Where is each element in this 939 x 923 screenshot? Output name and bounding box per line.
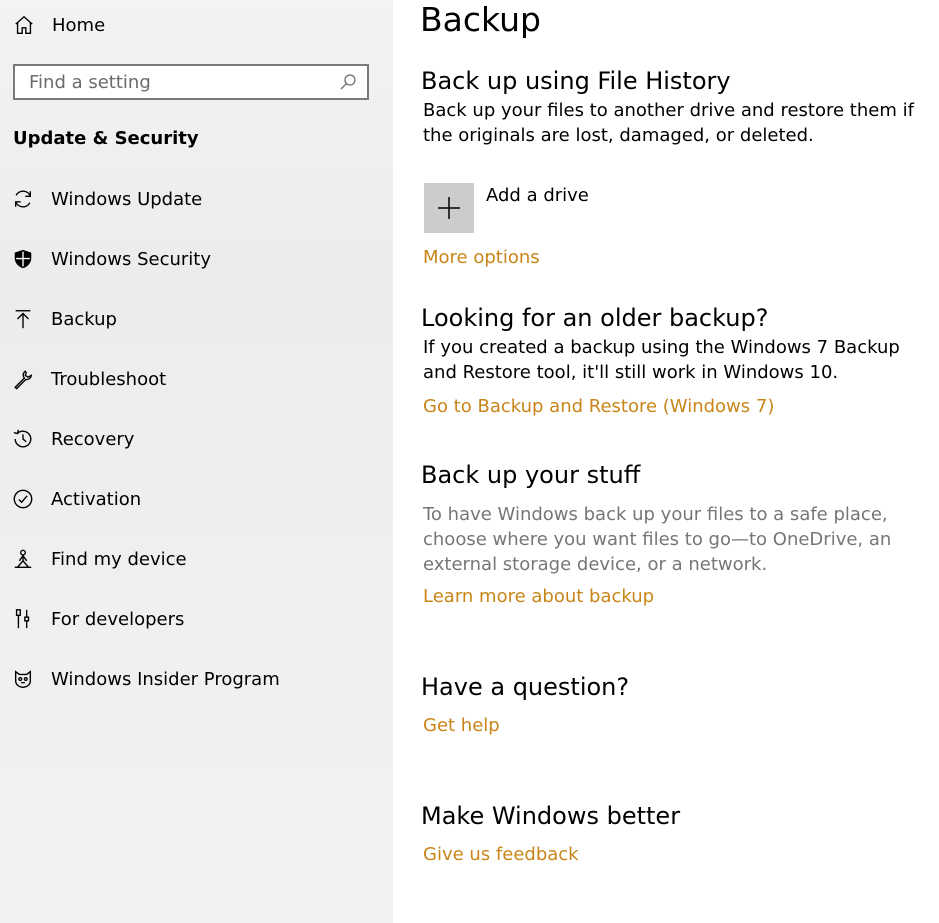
search-icon[interactable] [339,73,357,91]
history-icon [11,427,35,451]
backup-stuff-description: To have Windows back up your files to a … [423,504,892,575]
sidebar-item-label: For developers [51,608,185,630]
main-content: Backup Back up using File History Back u… [393,0,939,923]
home-icon [12,13,36,37]
search-box [13,64,369,100]
sidebar-item-label: Backup [51,308,117,330]
sidebar-item-label: Troubleshoot [51,368,167,390]
check-circle-icon [11,487,35,511]
upload-arrow-icon [11,307,35,331]
sidebar-item-label: Activation [51,488,142,510]
sidebar-item-troubleshoot[interactable]: Troubleshoot [11,359,381,399]
person-location-icon [11,547,35,571]
sidebar-item-label: Windows Update [51,188,203,210]
sidebar-item-find-my-device[interactable]: Find my device [11,539,381,579]
section-title: Update & Security [13,128,199,149]
sidebar-item-label: Windows Insider Program [51,668,280,690]
home-label: Home [52,14,106,36]
shield-icon [11,247,35,271]
backup-stuff-heading: Back up your stuff [421,461,641,489]
sidebar-item-activation[interactable]: Activation [11,479,381,519]
backup-restore-windows7-link[interactable]: Go to Backup and Restore (Windows 7) [423,396,774,417]
sync-icon [11,187,35,211]
settings-window: Home Update & Security Windows Update [0,0,939,923]
file-history-description: Back up your files to another drive and … [423,100,914,146]
have-question-heading: Have a question? [421,673,630,701]
sidebar: Home Update & Security Windows Update [0,0,393,923]
add-drive-label[interactable]: Add a drive [486,185,589,206]
older-backup-description: If you created a backup using the Window… [423,337,900,383]
make-windows-better-heading: Make Windows better [421,802,681,830]
add-drive-button[interactable] [424,183,474,233]
insider-cat-icon [11,667,35,691]
sidebar-item-backup[interactable]: Backup [11,299,381,339]
sidebar-item-for-developers[interactable]: For developers [11,599,381,639]
older-backup-heading: Looking for an older backup? [421,304,769,332]
sidebar-item-label: Find my device [51,548,187,570]
developer-tools-icon [11,607,35,631]
search-input[interactable] [29,71,329,93]
give-feedback-link[interactable]: Give us feedback [423,844,579,865]
get-help-link[interactable]: Get help [423,715,500,736]
sidebar-item-recovery[interactable]: Recovery [11,419,381,459]
sidebar-item-label: Windows Security [51,248,211,270]
more-options-link[interactable]: More options [423,247,540,268]
learn-more-backup-link[interactable]: Learn more about backup [423,586,654,607]
home-nav-item[interactable]: Home [12,10,105,40]
page-title: Backup [420,0,541,39]
file-history-heading: Back up using File History [421,67,731,95]
sidebar-item-windows-insider-program[interactable]: Windows Insider Program [11,659,381,699]
plus-icon [438,197,460,219]
sidebar-item-label: Recovery [51,428,135,450]
wrench-icon [11,367,35,391]
sidebar-item-windows-security[interactable]: Windows Security [11,239,381,279]
sidebar-item-windows-update[interactable]: Windows Update [11,179,381,219]
